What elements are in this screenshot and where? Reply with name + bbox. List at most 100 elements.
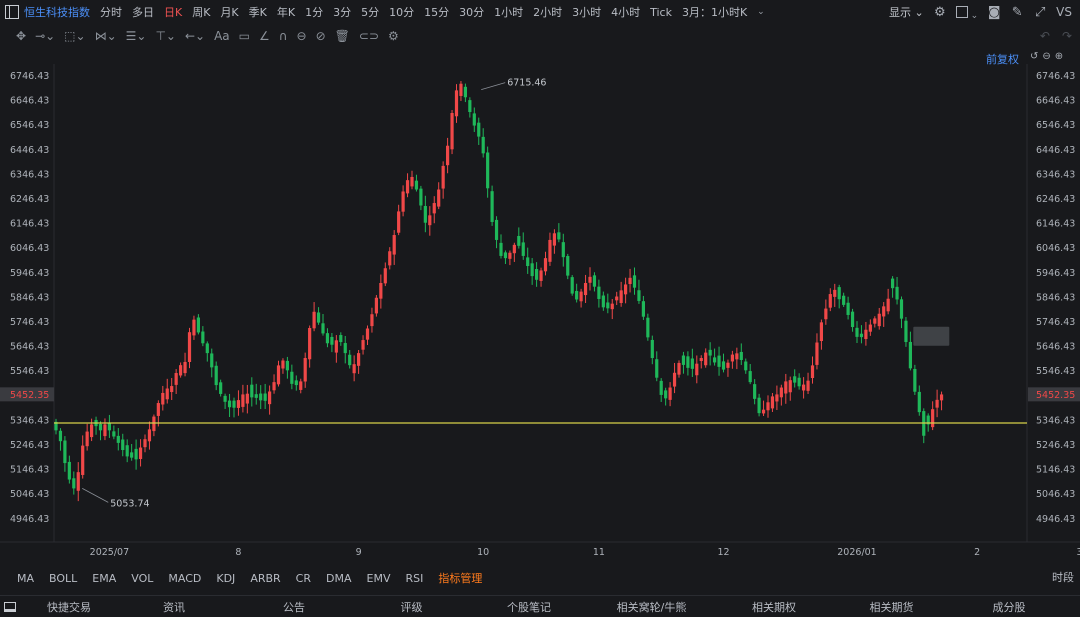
sidebar-toggle-icon[interactable] — [5, 5, 19, 19]
timeframe-tab[interactable]: 5分 — [361, 4, 379, 20]
x-tick-label: 2026/01 — [837, 547, 876, 558]
candle-body — [628, 277, 632, 285]
timeframe-tab[interactable]: 3分 — [333, 4, 351, 20]
y-tick-label-left: 6246.43 — [10, 194, 49, 205]
reset-icon[interactable]: ↺ — [1030, 51, 1038, 62]
timeframe-tab[interactable]: Tick — [650, 6, 672, 19]
candlestick-chart[interactable]: 6746.43 6746.43 6646.43 6646.43 6546.43 6546.… — [0, 64, 1080, 564]
candle-body — [432, 203, 436, 214]
candle-body — [339, 335, 343, 343]
settings-gear-icon[interactable]: ⚙ — [933, 5, 947, 20]
candle-body — [664, 390, 668, 399]
y-tick-label-left: 4946.43 — [10, 514, 49, 525]
timeframe-tab[interactable]: 1分 — [305, 4, 323, 20]
candle-body — [592, 275, 597, 287]
y-tick-label-right: 5546.43 — [1036, 366, 1075, 377]
candle-body — [143, 439, 147, 448]
candle-body — [130, 452, 134, 458]
drawing-settings-icon[interactable]: ⚙ — [388, 29, 399, 43]
bottom-tab[interactable]: 公告 — [234, 599, 354, 615]
bottom-tab[interactable]: 成分股 — [949, 599, 1069, 615]
indicator-tab[interactable]: RSI — [405, 572, 423, 585]
text-tool-icon[interactable]: Aa — [214, 29, 230, 43]
timeframe-tab[interactable]: 月K — [220, 4, 238, 20]
y-tick-label-right: 5346.43 — [1036, 415, 1075, 426]
timeframe-tab[interactable]: 15分 — [424, 4, 449, 20]
undo-icon[interactable]: ↶ — [1040, 29, 1050, 43]
y-tick-label-left: 6046.43 — [10, 243, 49, 254]
timeframe-tab[interactable]: 周K — [192, 4, 210, 20]
chevron-down-icon[interactable]: ⌄ — [757, 7, 765, 17]
bottom-tab[interactable]: 相关窝轮/牛熊 — [589, 599, 714, 615]
candle-body — [268, 391, 272, 405]
pattern-tool-icon[interactable]: ⋈⌄ — [95, 29, 117, 43]
comment-tool-icon[interactable]: ▭ — [239, 29, 250, 43]
timeframe-tab[interactable]: 多日 — [132, 4, 154, 20]
timeframe-tab[interactable]: 10分 — [389, 4, 414, 20]
bottom-tab[interactable]: 相关期权 — [714, 599, 834, 615]
indicator-tab[interactable]: VOL — [131, 572, 153, 585]
indicator-tab[interactable]: CR — [296, 572, 311, 585]
panel-icon[interactable] — [4, 601, 16, 612]
vs-compare-button[interactable]: VS — [1056, 5, 1072, 19]
indicator-tab[interactable]: KDJ — [216, 572, 235, 585]
pencil-icon[interactable]: ✎ — [1010, 5, 1024, 20]
candle-body — [76, 472, 80, 491]
y-tick-label-left: 5546.43 — [10, 366, 49, 377]
indicator-tab[interactable]: DMA — [326, 572, 352, 585]
symbol-name[interactable]: 恒生科技指数 — [24, 4, 90, 20]
fib-tool-icon[interactable]: ☰⌄ — [126, 29, 147, 43]
bottom-tab[interactable]: 资讯 — [114, 599, 234, 615]
timeframe-tab[interactable]: 分时 — [100, 4, 122, 20]
candle-body — [285, 360, 289, 371]
timeframe-tab[interactable]: 30分 — [459, 4, 484, 20]
indicator-tab[interactable]: 指标管理 — [438, 570, 482, 586]
fullscreen-icon[interactable]: ⤢ — [1033, 5, 1047, 20]
zoom-in-icon[interactable]: ⊕ — [1055, 51, 1063, 62]
candle-body — [254, 394, 258, 398]
indicator-box — [913, 326, 950, 346]
arrow-tool-icon[interactable]: ←⌄ — [185, 29, 205, 43]
timeframe-tab[interactable]: 3月：1小时K — [682, 4, 747, 20]
eraser-icon[interactable]: ∠ — [259, 29, 270, 43]
redo-icon[interactable]: ↷ — [1062, 29, 1072, 43]
candle-body — [446, 145, 450, 166]
layout-box-icon[interactable]: ⌄ — [955, 3, 978, 22]
candle-body — [797, 377, 801, 387]
timeframe-tab[interactable]: 1小时 — [494, 4, 523, 20]
timeframe-tab[interactable]: 2小时 — [533, 4, 562, 20]
display-menu-button[interactable]: 显示 ⌄ — [889, 4, 924, 20]
candle-body — [913, 368, 917, 392]
lock-icon[interactable]: ⊖ — [297, 29, 307, 43]
candle-body — [624, 284, 628, 295]
trash-icon[interactable]: 🗑 — [335, 29, 350, 43]
timeframe-tab[interactable]: 季K — [249, 4, 267, 20]
indicator-tab[interactable]: MA — [17, 572, 34, 585]
indicator-tab[interactable]: EMV — [367, 572, 391, 585]
timeframe-tab[interactable]: 3小时 — [572, 4, 601, 20]
bottom-tab[interactable]: 快捷交易 — [24, 599, 114, 615]
timeframe-tab[interactable]: 4小时 — [611, 4, 640, 20]
timeframe-tab[interactable]: 日K — [164, 4, 182, 20]
indicator-tab[interactable]: ARBR — [250, 572, 280, 585]
measure-tool-icon[interactable]: ⊤⌄ — [155, 29, 176, 43]
x-tick-label: 9 — [356, 547, 362, 558]
indicator-tab[interactable]: EMA — [92, 572, 116, 585]
magnet-icon[interactable]: ∩ — [279, 29, 288, 43]
line-tool-icon[interactable]: ⊸⌄ — [35, 29, 55, 43]
timeshare-button[interactable]: 时段 — [1052, 569, 1074, 585]
camera-icon[interactable]: ◙ — [987, 5, 1001, 20]
indicator-tab[interactable]: MACD — [168, 572, 201, 585]
y-tick-label-right: 6146.43 — [1036, 219, 1075, 230]
crosshair-icon[interactable]: ✥ — [16, 29, 26, 43]
bottom-tab[interactable]: 评级 — [354, 599, 469, 615]
bottom-tab[interactable]: 相关期货 — [834, 599, 949, 615]
indicator-tab[interactable]: BOLL — [49, 572, 77, 585]
bottom-tab[interactable]: 个股笔记 — [469, 599, 589, 615]
hide-drawings-icon[interactable]: ⊘ — [316, 29, 326, 43]
zoom-out-icon[interactable]: ⊖ — [1042, 51, 1050, 62]
link-icon[interactable]: ⊂⊃ — [359, 29, 379, 43]
timeframe-tab[interactable]: 年K — [277, 4, 295, 20]
shape-tool-icon[interactable]: ⬚⌄ — [64, 29, 85, 43]
candle-body — [383, 268, 387, 284]
